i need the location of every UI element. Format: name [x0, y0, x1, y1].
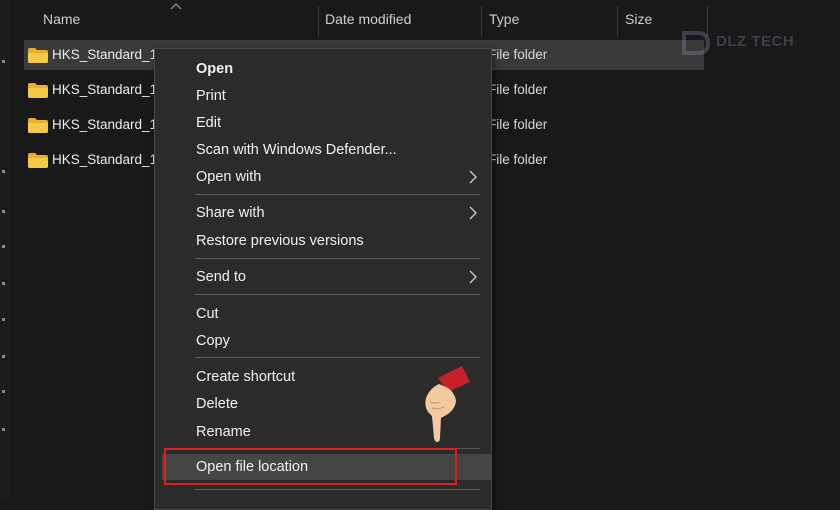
navigation-pane-edge — [0, 0, 10, 500]
folder-icon — [28, 48, 48, 63]
menu-item-label: Delete — [196, 396, 238, 412]
menu-item-label: Open — [196, 61, 234, 77]
column-divider[interactable] — [617, 6, 618, 36]
column-divider[interactable] — [318, 6, 319, 36]
chevron-right-icon — [469, 170, 477, 184]
column-date-modified[interactable]: Date modified — [325, 0, 411, 38]
menu-separator — [195, 489, 480, 490]
menu-item-label: Cut — [196, 306, 219, 322]
file-name: HKS_Standard_1 — [52, 47, 158, 62]
column-type[interactable]: Type — [489, 0, 519, 38]
menu-item-label: Create shortcut — [196, 369, 296, 385]
menu-separator — [195, 258, 480, 259]
chevron-right-icon — [469, 270, 477, 284]
chevron-right-icon — [469, 206, 477, 220]
menu-item-open[interactable]: Open — [155, 56, 491, 82]
menu-item-cut[interactable]: Cut — [155, 301, 491, 327]
column-divider[interactable] — [481, 6, 482, 36]
file-type: File folder — [488, 47, 548, 62]
highlight-box — [164, 448, 457, 485]
menu-item-label: Edit — [196, 115, 221, 131]
menu-item-send-to[interactable]: Send to — [155, 264, 491, 290]
menu-separator — [195, 357, 480, 358]
file-name: HKS_Standard_1 — [52, 152, 158, 167]
folder-icon — [28, 118, 48, 133]
menu-item-label: Restore previous versions — [196, 233, 364, 249]
menu-item-open-with[interactable]: Open with — [155, 164, 491, 190]
menu-item-restore-versions[interactable]: Restore previous versions — [155, 228, 491, 254]
file-type: File folder — [488, 82, 548, 97]
menu-item-label: Print — [196, 88, 226, 104]
menu-item-label: Send to — [196, 269, 246, 285]
menu-item-label: Rename — [196, 424, 251, 440]
sort-ascending-icon[interactable] — [170, 2, 182, 10]
menu-separator — [195, 294, 480, 295]
pointing-hand-icon — [425, 366, 470, 442]
menu-item-scan-defender[interactable]: Scan with Windows Defender... — [155, 137, 491, 163]
column-name[interactable]: Name — [43, 0, 80, 38]
folder-icon — [28, 83, 48, 98]
watermark-text: DLZ TECH — [716, 33, 795, 50]
folder-icon — [28, 153, 48, 168]
watermark-logo: DLZ TECH — [672, 26, 798, 60]
menu-separator — [195, 194, 480, 195]
menu-item-print[interactable]: Print — [155, 83, 491, 109]
menu-item-label: Scan with Windows Defender... — [196, 142, 397, 158]
menu-item-label: Copy — [196, 333, 230, 349]
dlz-logo-icon — [682, 31, 711, 55]
menu-item-share-with[interactable]: Share with — [155, 200, 491, 226]
menu-item-label: Open with — [196, 169, 262, 185]
file-name: HKS_Standard_1 — [52, 117, 158, 132]
menu-item-copy[interactable]: Copy — [155, 328, 491, 354]
menu-item-edit[interactable]: Edit — [155, 110, 491, 136]
file-name: HKS_Standard_1 — [52, 82, 158, 97]
file-type: File folder — [488, 152, 548, 167]
file-type: File folder — [488, 117, 548, 132]
menu-item-label: Share with — [196, 205, 265, 221]
column-size[interactable]: Size — [625, 0, 652, 38]
